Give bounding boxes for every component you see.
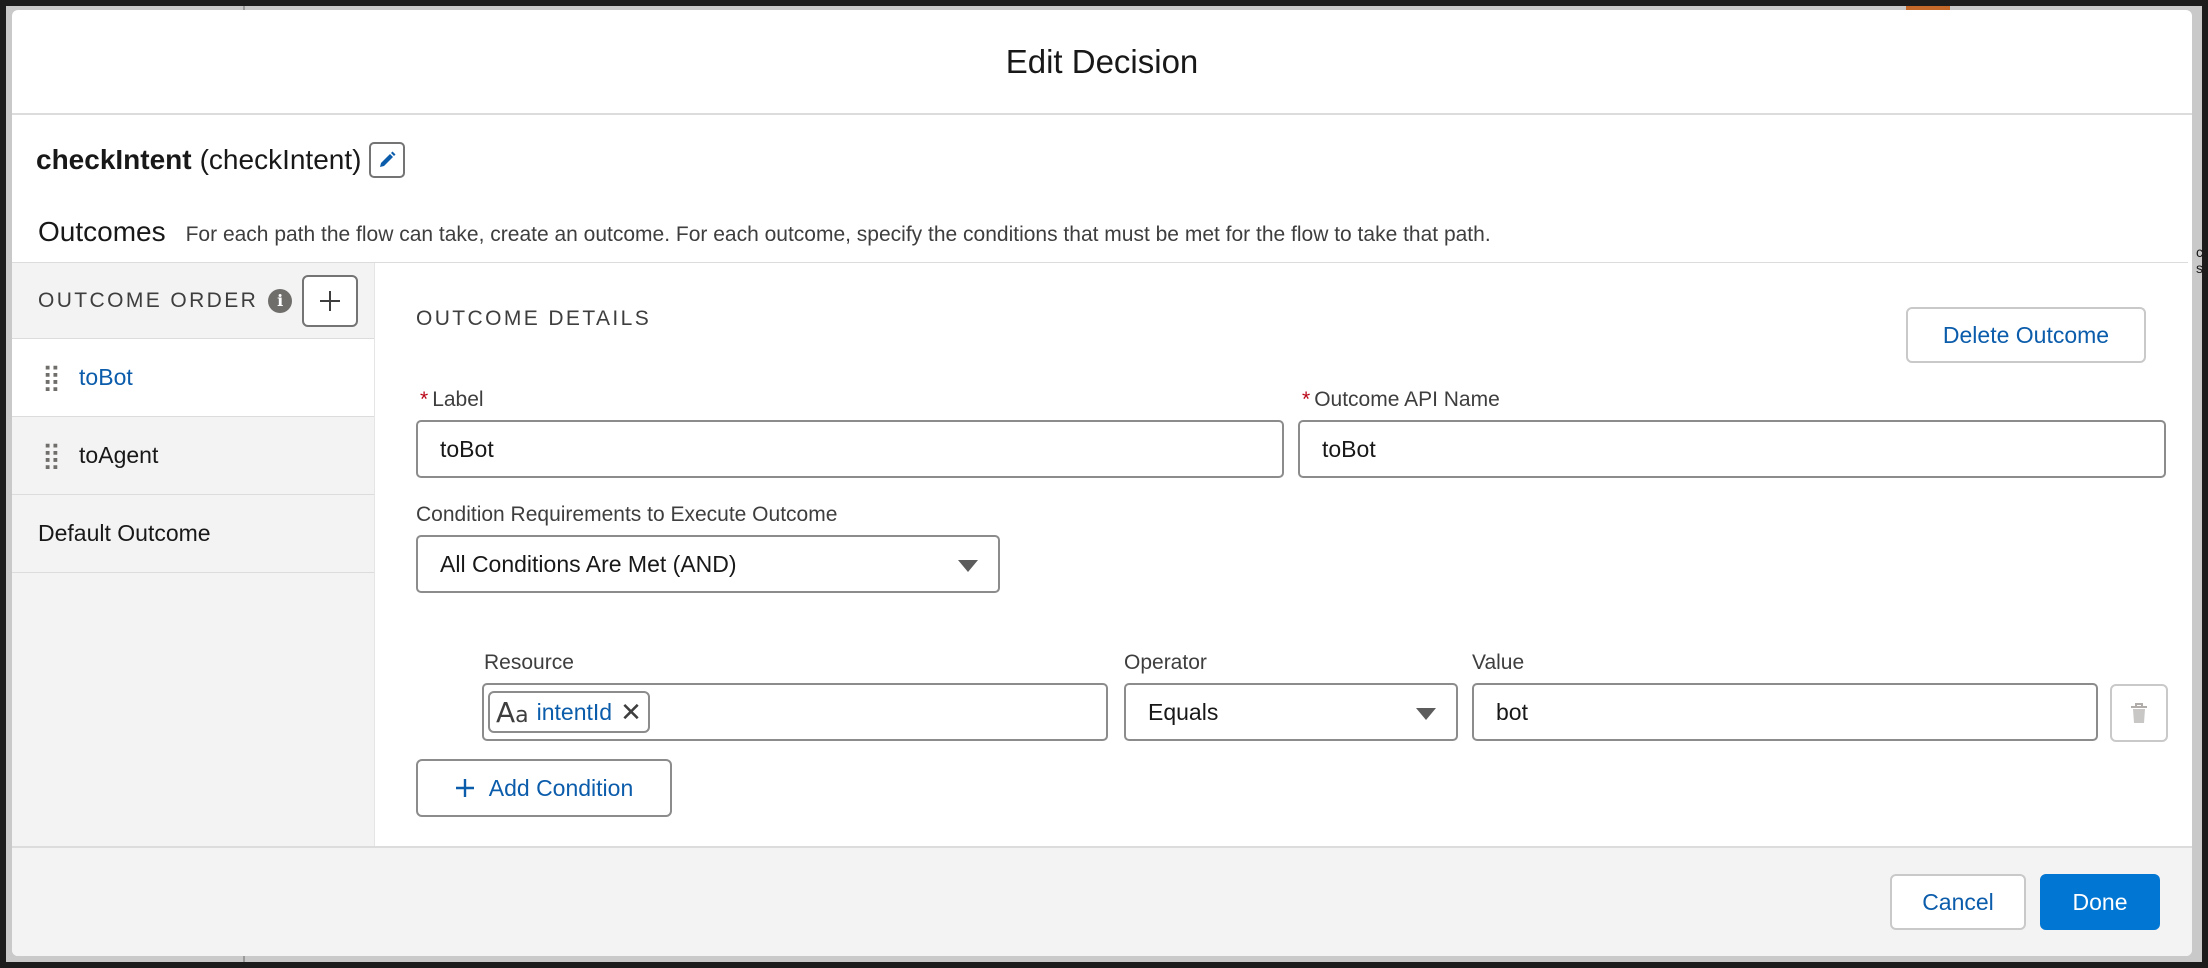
element-api-name: (checkIntent) (199, 144, 362, 175)
info-icon[interactable]: i (268, 288, 293, 313)
outcomes-description: For each path the flow can take, create … (185, 223, 1491, 246)
operator-value: Equals (1148, 698, 1219, 725)
resource-label: Resource (484, 651, 574, 674)
outcome-details-label: OUTCOME DETAILS (416, 307, 652, 330)
edit-decision-modal: Edit Decision checkIntent (checkIntent) … (12, 10, 2192, 956)
add-outcome-button[interactable] (302, 274, 359, 327)
cancel-button[interactable]: Cancel (1890, 874, 2026, 930)
outcome-details-panel: OUTCOME DETAILS Delete Outcome * Label to… (376, 263, 2188, 847)
remove-resource-icon[interactable]: ✕ (620, 697, 642, 728)
api-name-field-label: * Outcome API Name (1302, 388, 1500, 411)
chevron-down-icon (1416, 708, 1436, 720)
outcome-item-tobot[interactable]: ⣿ toBot (12, 339, 374, 417)
outcome-order-header: OUTCOME ORDER i (12, 263, 374, 339)
element-identity: checkIntent (checkIntent) (36, 140, 406, 180)
plus-icon (320, 290, 341, 311)
outcomes-title: Outcomes (38, 216, 166, 247)
modal-footer: Cancel Done (12, 846, 2192, 956)
trash-icon (2131, 703, 2147, 723)
required-marker: * (420, 388, 429, 411)
required-marker: * (1302, 388, 1311, 411)
condition-requirements-value: All Conditions Are Met (AND) (440, 550, 737, 577)
backdrop-edge-text: cs (2196, 244, 2203, 276)
outcome-order-label: OUTCOME ORDER (38, 288, 259, 312)
add-condition-button[interactable]: Add Condition (416, 759, 672, 817)
outcome-item-default[interactable]: Default Outcome (12, 495, 374, 573)
outcome-item-label: Default Outcome (38, 520, 211, 546)
element-label: checkIntent (36, 144, 192, 175)
operator-label: Operator (1124, 651, 1207, 674)
operator-select[interactable]: Equals (1124, 683, 1458, 741)
outcome-item-label: toAgent (79, 442, 159, 468)
value-input[interactable]: bot (1472, 683, 2098, 741)
add-condition-label: Add Condition (488, 774, 634, 801)
pencil-icon (380, 151, 396, 167)
modal-title: Edit Decision (1005, 42, 1199, 80)
outcome-order-panel: OUTCOME ORDER i ⣿ toBot ⣿ toAgent Defaul… (12, 263, 375, 847)
label-input[interactable]: toBot (416, 420, 1284, 478)
outcome-editor: OUTCOME ORDER i ⣿ toBot ⣿ toAgent Defaul… (12, 262, 2188, 847)
label-field-label: * Label (420, 388, 484, 411)
outcome-item-label: toBot (79, 364, 133, 390)
api-name-input[interactable]: toBot (1298, 420, 2166, 478)
outcomes-heading: Outcomes For each path the flow can take… (38, 216, 1491, 256)
plus-icon (455, 779, 474, 797)
edit-element-button[interactable] (369, 142, 406, 178)
value-input-value: bot (1496, 698, 1528, 725)
delete-condition-button[interactable] (2110, 684, 2168, 742)
modal-header: Edit Decision (12, 10, 2192, 115)
drag-handle-icon[interactable]: ⣿ (42, 440, 61, 471)
text-variable-icon: Aa (496, 695, 529, 729)
label-input-value: toBot (440, 435, 494, 462)
condition-requirements-select[interactable]: All Conditions Are Met (AND) (416, 535, 1000, 593)
done-button[interactable]: Done (2040, 874, 2160, 930)
delete-outcome-button[interactable]: Delete Outcome (1906, 307, 2146, 363)
resource-pill-label: intentId (536, 698, 613, 725)
condition-requirements-label: Condition Requirements to Execute Outcom… (416, 503, 838, 526)
outcome-item-toagent[interactable]: ⣿ toAgent (12, 417, 374, 495)
api-name-input-value: toBot (1322, 435, 1376, 462)
resource-pill[interactable]: Aa intentId ✕ (488, 691, 650, 733)
drag-handle-icon[interactable]: ⣿ (42, 362, 61, 393)
resource-input[interactable]: Aa intentId ✕ (482, 683, 1108, 741)
chevron-down-icon (958, 560, 978, 572)
value-label: Value (1472, 651, 1525, 674)
